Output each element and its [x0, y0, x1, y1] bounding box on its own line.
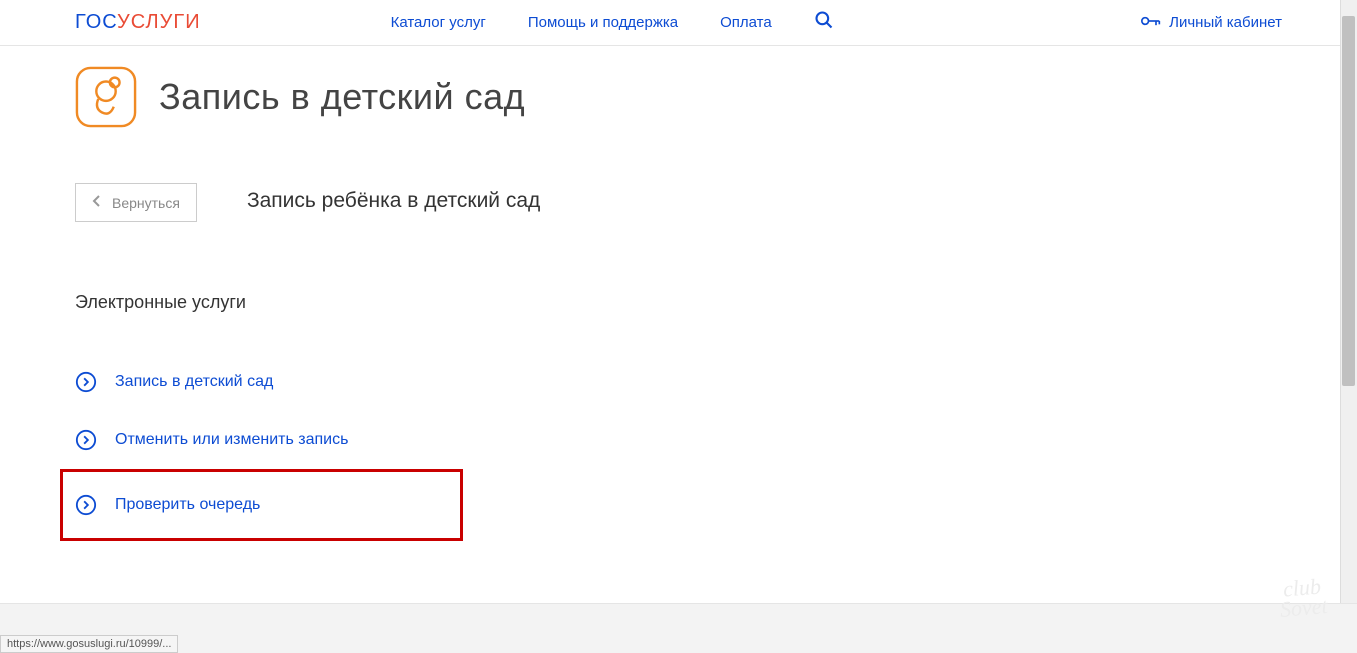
arrow-circle-icon	[75, 371, 97, 393]
nav-help[interactable]: Помощь и поддержка	[528, 14, 678, 31]
section-label: Электронные услуги	[75, 292, 1282, 313]
page-subtitle: Запись ребёнка в детский сад	[247, 183, 540, 213]
pacifier-icon	[75, 66, 137, 128]
service-label: Запись в детский сад	[115, 373, 273, 391]
arrow-circle-icon	[75, 494, 97, 516]
main-content: Запись в детский сад Вернуться Запись ре…	[0, 46, 1357, 541]
logo[interactable]: госуслуги	[75, 11, 201, 34]
chevron-left-icon	[92, 194, 102, 211]
service-list: Запись в детский сад Отменить или измени…	[75, 353, 1282, 541]
watermark-line2: Sovet	[1279, 596, 1328, 620]
watermark: club Sovet	[1278, 576, 1329, 620]
scrollbar-thumb[interactable]	[1342, 16, 1355, 386]
sub-row: Вернуться Запись ребёнка в детский сад	[75, 183, 1282, 222]
page-title: Запись в детский сад	[159, 76, 525, 118]
back-button[interactable]: Вернуться	[75, 183, 197, 222]
arrow-circle-icon	[75, 429, 97, 451]
service-check-queue[interactable]: Проверить очередь	[60, 469, 463, 541]
back-label: Вернуться	[112, 195, 180, 211]
search-icon[interactable]	[814, 10, 834, 35]
nav-catalog[interactable]: Каталог услуг	[391, 14, 486, 31]
title-row: Запись в детский сад	[75, 66, 1282, 128]
nav-bar: Каталог услуг Помощь и поддержка Оплата	[391, 10, 834, 35]
service-label: Отменить или изменить запись	[115, 431, 348, 449]
logo-text-1: гос	[75, 11, 117, 33]
service-enroll[interactable]: Запись в детский сад	[75, 353, 291, 411]
service-cancel[interactable]: Отменить или изменить запись	[75, 411, 366, 469]
logo-text-2: услуги	[117, 11, 201, 33]
account-link[interactable]: Личный кабинет	[1141, 14, 1282, 32]
footer-area	[0, 603, 1357, 653]
nav-payment[interactable]: Оплата	[720, 14, 772, 31]
site-header: госуслуги Каталог услуг Помощь и поддерж…	[0, 0, 1357, 46]
key-icon	[1141, 14, 1161, 32]
service-label: Проверить очередь	[115, 496, 260, 514]
scrollbar-track[interactable]	[1340, 0, 1357, 653]
browser-status-bar: https://www.gosuslugi.ru/10999/...	[0, 635, 178, 653]
account-label: Личный кабинет	[1169, 14, 1282, 31]
